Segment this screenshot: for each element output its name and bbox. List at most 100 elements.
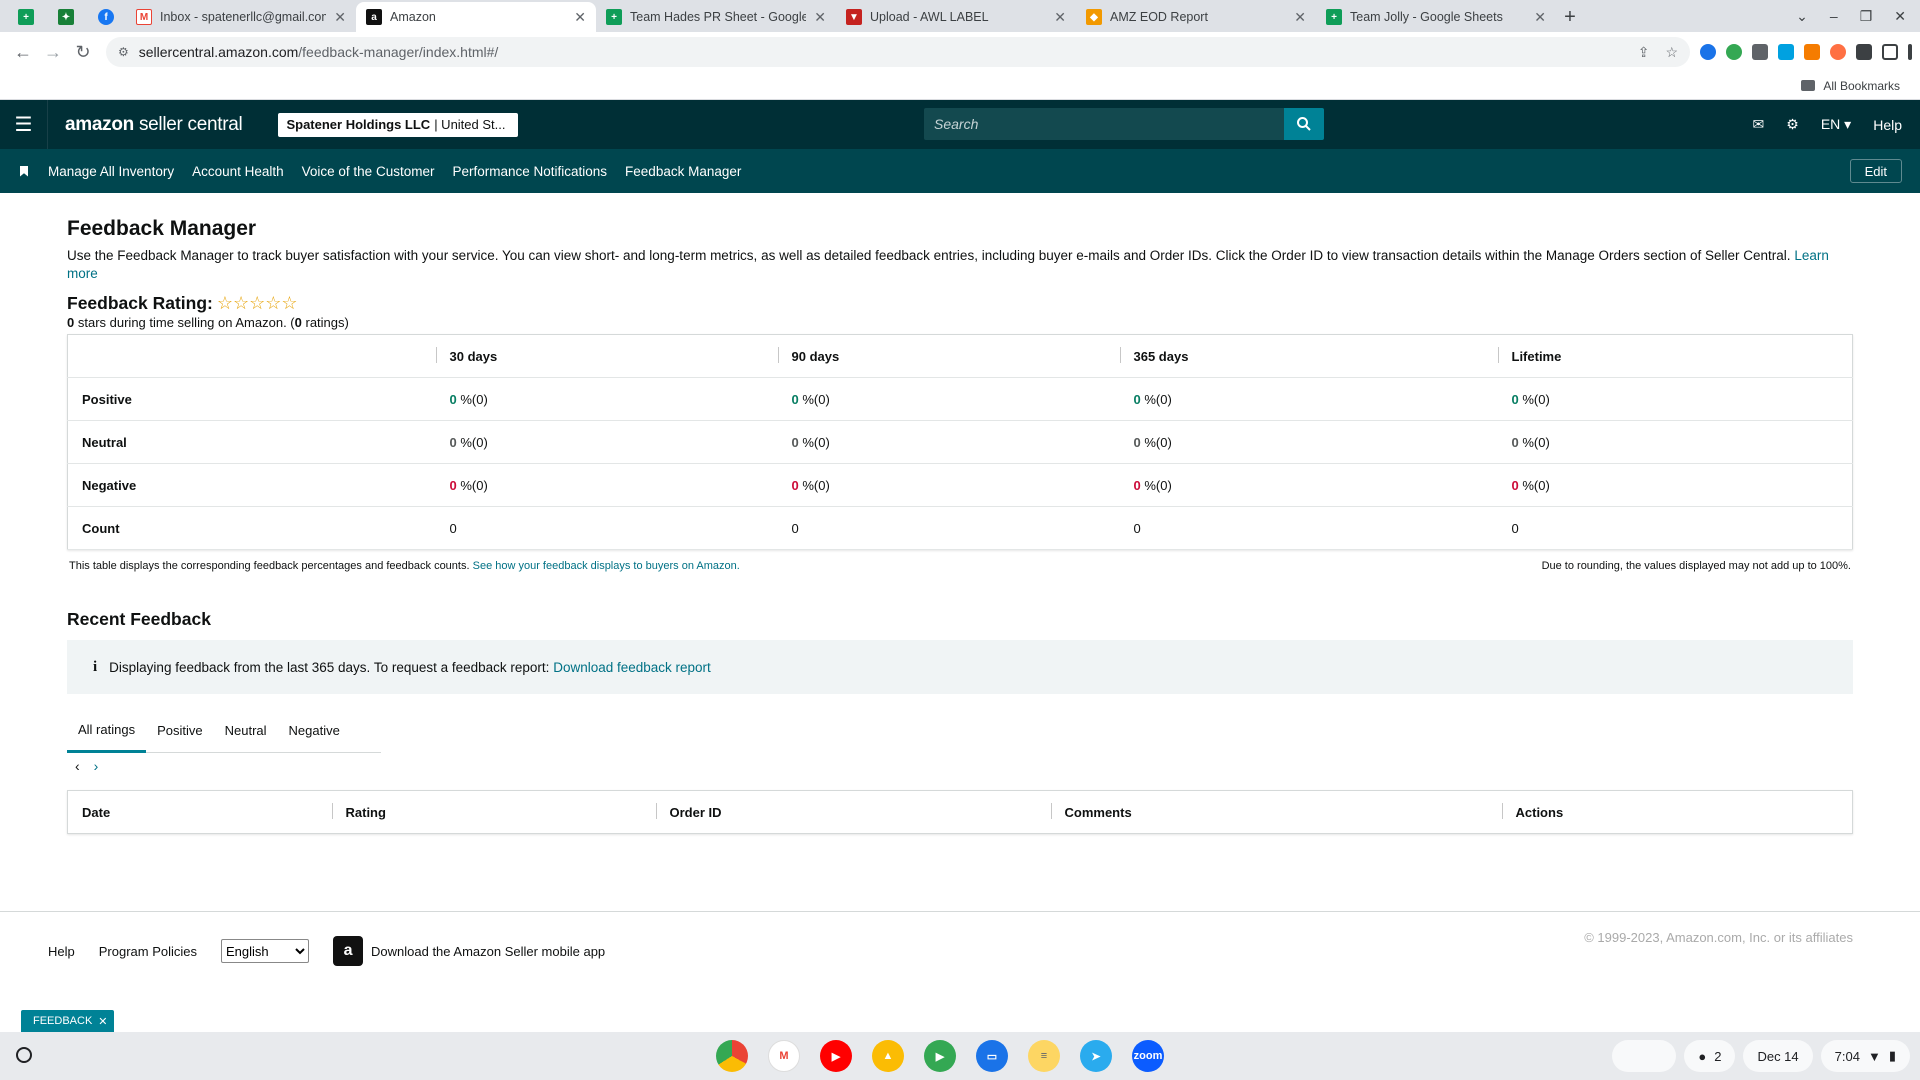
close-icon[interactable]: ✕ <box>1534 9 1546 26</box>
nav-feedback-manager[interactable]: Feedback Manager <box>625 164 741 179</box>
close-icon[interactable]: ✕ <box>334 9 346 26</box>
table-cell: 0 <box>1119 506 1498 550</box>
table-cell: 0 %(0) <box>1119 420 1498 464</box>
account-switcher[interactable]: Spatener Holdings LLC | United St... <box>278 112 519 137</box>
telegram-icon[interactable]: ➤ <box>1080 1040 1112 1072</box>
files-icon[interactable]: ▭ <box>976 1040 1008 1072</box>
footer-program-policies-link[interactable]: Program Policies <box>99 944 197 959</box>
gear-icon[interactable]: ⚙ <box>1786 116 1799 133</box>
date-pill[interactable]: Dec 14 <box>1743 1040 1813 1072</box>
share-icon[interactable]: ⇪ <box>1638 44 1650 61</box>
notification-count: 2 <box>1714 1048 1722 1064</box>
footer-help-link[interactable]: Help <box>48 944 75 959</box>
close-icon[interactable]: ✕ <box>1294 9 1306 26</box>
column-header-30-days: 30 days <box>435 334 778 378</box>
notes-icon[interactable]: ≡ <box>1028 1040 1060 1072</box>
close-icon[interactable]: ✕ <box>1054 9 1066 26</box>
tab-search-icon[interactable]: ⌄ <box>1796 8 1808 25</box>
tab-amz-eod[interactable]: ◆ AMZ EOD Report ✕ <box>1076 2 1316 32</box>
nav-performance-notifications[interactable]: Performance Notifications <box>452 164 607 179</box>
drive-icon[interactable]: ▲ <box>872 1040 904 1072</box>
table-note-left: This table displays the corresponding fe… <box>69 560 740 572</box>
menu-kebab-icon[interactable] <box>1908 44 1912 60</box>
page-footer: Help Program Policies English a Download… <box>0 911 1920 1011</box>
rating-title: Feedback Rating: <box>67 293 213 313</box>
next-page-icon[interactable]: › <box>94 758 99 774</box>
notification-area[interactable]: ● 2 <box>1684 1040 1736 1072</box>
language-code: EN <box>1820 116 1841 132</box>
table-cell: 0 %(0) <box>435 377 778 421</box>
search-input[interactable]: Search <box>924 108 1284 140</box>
gmail-icon[interactable]: M <box>768 1040 800 1072</box>
table-row-negative: Negative 0 %(0) 0 %(0) 0 %(0) 0 %(0) <box>67 463 1853 507</box>
all-bookmarks[interactable]: All Bookmarks <box>1823 79 1900 93</box>
feedback-metrics-table: 30 days 90 days 365 days Lifetime Positi… <box>67 334 1853 550</box>
pagination: ‹ › <box>67 758 1853 774</box>
bookmark-star-icon[interactable]: ☆ <box>1665 44 1678 61</box>
table-notes: This table displays the corresponding fe… <box>67 560 1853 572</box>
nav-voice-of-customer[interactable]: Voice of the Customer <box>302 164 435 179</box>
new-tab-button[interactable]: + <box>1556 2 1584 32</box>
nav-manage-inventory[interactable]: Manage All Inventory <box>48 164 174 179</box>
tab-awl-label[interactable]: ▼ Upload - AWL LABEL ✕ <box>836 2 1076 32</box>
see-feedback-display-link[interactable]: See how your feedback displays to buyers… <box>473 560 740 572</box>
amazon-seller-central-logo[interactable]: amazon seller central <box>65 114 243 136</box>
youtube-icon[interactable]: ▶ <box>820 1040 852 1072</box>
restore-icon[interactable]: ❐ <box>1860 8 1873 25</box>
zoom-icon[interactable]: zoom <box>1132 1040 1164 1072</box>
minimize-icon[interactable]: – <box>1830 8 1838 24</box>
launcher-icon[interactable] <box>16 1047 32 1063</box>
column-header <box>67 334 436 378</box>
tab-pinned-facebook[interactable]: f <box>86 2 126 32</box>
reload-button[interactable]: ↻ <box>68 37 98 67</box>
search-icon <box>1297 117 1311 131</box>
tab-title: Upload - AWL LABEL <box>870 10 989 24</box>
address-bar[interactable]: ⚙ sellercentral.amazon.com/feedback-mana… <box>106 37 1690 67</box>
nav-account-health[interactable]: Account Health <box>192 164 284 179</box>
tab-positive[interactable]: Positive <box>146 709 214 753</box>
side-panel-icon[interactable] <box>1882 44 1898 60</box>
edit-nav-button[interactable]: Edit <box>1849 159 1902 183</box>
close-icon[interactable]: ✕ <box>98 1015 107 1028</box>
back-button[interactable]: ← <box>8 37 38 67</box>
close-icon[interactable]: ✕ <box>814 9 826 26</box>
hamburger-menu-icon[interactable]: ☰ <box>0 100 48 149</box>
tab-pinned-sheets[interactable]: + <box>6 2 46 32</box>
tab-team-jolly[interactable]: + Team Jolly - Google Sheets ✕ <box>1316 2 1556 32</box>
bookmark-icon[interactable] <box>0 165 48 177</box>
holding-space[interactable] <box>1612 1040 1677 1072</box>
extension-icon[interactable] <box>1752 44 1768 60</box>
seller-app-link[interactable]: a Download the Amazon Seller mobile app <box>333 936 605 966</box>
search-button[interactable] <box>1284 108 1324 140</box>
close-icon[interactable]: ✕ <box>574 9 586 26</box>
extension-icon[interactable] <box>1700 44 1716 60</box>
footer-language-select[interactable]: English <box>221 939 310 963</box>
tab-team-hades[interactable]: + Team Hades PR Sheet - Google ✕ <box>596 2 836 32</box>
language-selector[interactable]: EN ▾ <box>1821 116 1851 133</box>
mail-icon[interactable]: ✉ <box>1753 116 1765 133</box>
extension-icon[interactable] <box>1726 44 1742 60</box>
prev-page-icon[interactable]: ‹ <box>75 758 80 774</box>
forward-button[interactable]: → <box>38 37 68 67</box>
site-info-icon[interactable]: ⚙ <box>118 45 129 59</box>
tab-neutral[interactable]: Neutral <box>214 709 278 753</box>
extension-icon[interactable] <box>1804 44 1820 60</box>
close-window-icon[interactable]: ✕ <box>1894 8 1906 25</box>
tab-gmail[interactable]: M Inbox - spatenerllc@gmail.com ✕ <box>126 2 356 32</box>
account-region: | United St... <box>434 117 506 132</box>
extension-icon[interactable] <box>1830 44 1846 60</box>
tab-negative[interactable]: Negative <box>278 709 351 753</box>
puzzle-icon[interactable] <box>1856 44 1872 60</box>
chrome-icon[interactable] <box>716 1040 748 1072</box>
help-link[interactable]: Help <box>1873 117 1902 133</box>
time-pill[interactable]: 7:04 ▼ ▮ <box>1820 1040 1910 1072</box>
feedback-button[interactable]: FEEDBACK ✕ <box>21 1010 114 1032</box>
play-store-icon[interactable]: ▶ <box>924 1040 956 1072</box>
tab-title: AMZ EOD Report <box>1110 10 1208 24</box>
extension-icon[interactable] <box>1778 44 1794 60</box>
report-icon: ◆ <box>1086 9 1102 25</box>
tab-all-ratings[interactable]: All ratings <box>67 709 147 753</box>
tab-pinned-extension[interactable]: ✦ <box>46 2 86 32</box>
download-feedback-report-link[interactable]: Download feedback report <box>553 660 711 675</box>
tab-amazon[interactable]: a Amazon ✕ <box>356 2 596 32</box>
